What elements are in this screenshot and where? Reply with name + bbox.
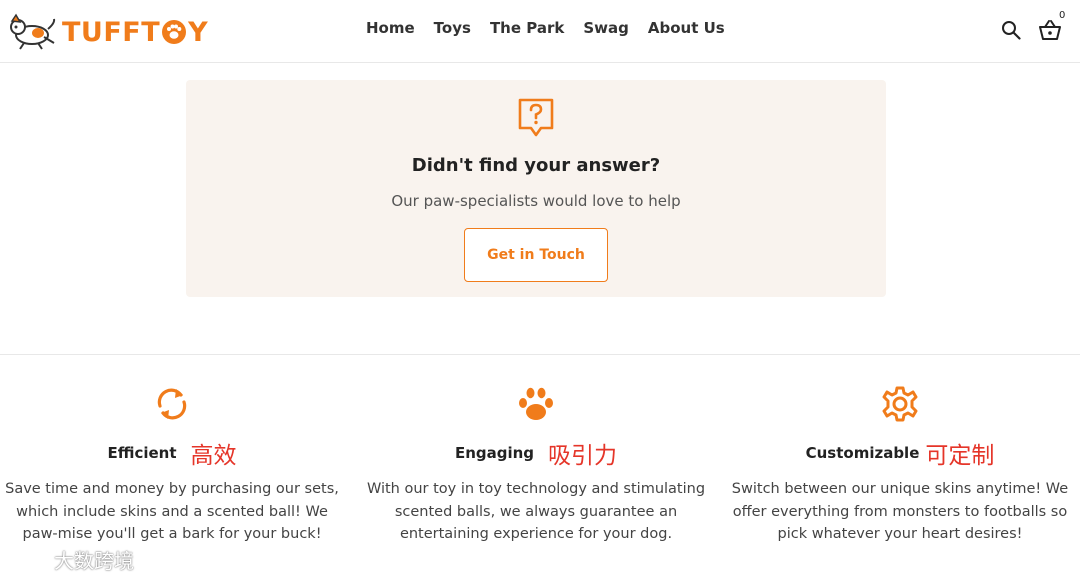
brand-name: TUFFT Y bbox=[62, 16, 209, 48]
question-bubble-icon bbox=[518, 98, 554, 137]
gear-icon bbox=[882, 386, 918, 422]
refresh-icon bbox=[157, 388, 187, 420]
paw-icon bbox=[519, 387, 553, 420]
nav-the-park[interactable]: The Park bbox=[490, 19, 564, 37]
feature-cn-label: 吸引力 bbox=[548, 443, 618, 469]
cart-count-badge: 0 bbox=[1059, 10, 1066, 21]
nav-home[interactable]: Home bbox=[366, 19, 415, 37]
paw-o-icon bbox=[162, 20, 187, 44]
main-nav: Home Toys The Park Swag About Us bbox=[366, 19, 744, 37]
get-in-touch-button[interactable]: Get in Touch bbox=[464, 228, 608, 282]
feature-title: Engaging bbox=[454, 444, 535, 462]
site-header: TUFFT Y Home Toys The Park Swag About Us… bbox=[0, 0, 1080, 63]
search-icon[interactable] bbox=[1001, 20, 1021, 40]
feature-text: With our toy in toy technology and stimu… bbox=[366, 481, 706, 542]
feature-efficient: Efficient 高效 Save time and money by purc… bbox=[0, 384, 352, 546]
feature-customizable: Customizable 可定制 Switch between our uniq… bbox=[720, 384, 1080, 546]
feature-engaging: Engaging 吸引力 With our toy in toy technol… bbox=[356, 384, 716, 546]
feature-title: Customizable bbox=[805, 444, 920, 462]
basket-icon[interactable] bbox=[1038, 18, 1062, 42]
feature-text: Save time and money by purchasing our se… bbox=[5, 481, 339, 542]
nav-toys[interactable]: Toys bbox=[434, 19, 471, 37]
dog-logo-icon bbox=[10, 13, 56, 50]
help-title: Didn't find your answer? bbox=[411, 155, 661, 176]
feature-title: Efficient bbox=[107, 444, 177, 462]
feature-text: Switch between our unique skins anytime!… bbox=[731, 481, 1069, 542]
watermark-text: 大数跨境 bbox=[54, 549, 134, 573]
help-subtitle: Our paw-specialists would love to help bbox=[391, 192, 681, 210]
brand-logo[interactable]: TUFFT Y bbox=[8, 12, 208, 52]
help-card: Didn't find your answer? Our paw-special… bbox=[186, 80, 886, 297]
feature-cn-label: 可定制 bbox=[925, 443, 995, 469]
feature-cn-label: 高效 bbox=[190, 443, 237, 469]
section-divider bbox=[0, 354, 1080, 355]
nav-about-us[interactable]: About Us bbox=[648, 19, 725, 37]
watermark: 大数跨境 bbox=[8, 545, 134, 574]
watermark-logo-icon bbox=[9, 552, 49, 568]
nav-swag[interactable]: Swag bbox=[583, 19, 629, 37]
